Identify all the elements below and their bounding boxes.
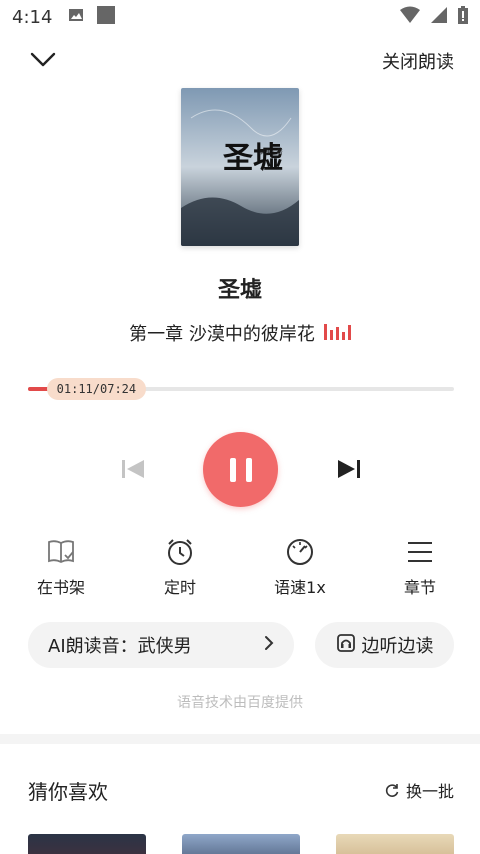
section-divider [0, 734, 480, 744]
playback-controls [0, 430, 480, 508]
chevron-right-icon [264, 635, 274, 656]
recommend-book-cover[interactable] [182, 834, 300, 854]
chapter-title: 第一章 沙漠中的彼岸花 [129, 324, 315, 345]
recommend-title: 猜你喜欢 [28, 780, 108, 804]
chapter-row: 第一章 沙漠中的彼岸花 [0, 320, 480, 346]
timer-button[interactable]: 定时 [135, 536, 225, 598]
tts-credit: 语音技术由百度提供 [177, 695, 303, 711]
wifi-icon [400, 6, 420, 28]
chevron-down-icon [30, 52, 56, 67]
tool-label: 在书架 [36, 578, 85, 597]
speedometer-icon [284, 536, 316, 568]
refresh-icon [385, 784, 399, 797]
cover-title-text: 圣墟 [223, 141, 283, 176]
battery-icon [458, 6, 468, 28]
book-cover: 圣墟 辰东 · 著 [181, 88, 299, 246]
pause-icon [229, 457, 236, 482]
cover-author-text: 辰东 · 著 [259, 148, 283, 156]
voice-selector[interactable]: AI朗读音：武侠男 [28, 622, 294, 668]
progress-thumb[interactable]: 01:11/07:24 [46, 378, 147, 400]
speed-button[interactable]: 语速1x [255, 536, 345, 598]
refresh-batch-button[interactable]: 换一批 [384, 778, 454, 802]
status-time: 4:14 [12, 6, 53, 28]
square-notification-icon [96, 5, 116, 29]
alarm-clock-icon [164, 536, 196, 568]
tool-row: 在书架 定时 语速1x 章节 [0, 536, 480, 600]
next-chapter-button[interactable] [332, 454, 364, 484]
bookshelf-button[interactable]: 在书架 [16, 536, 106, 598]
equalizer-icon [323, 322, 351, 345]
playback-progress-slider[interactable]: 01:11/07:24 [28, 378, 454, 400]
tool-label: 章节 [403, 578, 436, 597]
headphone-book-icon [336, 633, 356, 658]
recommend-header: 猜你喜欢 换一批 [28, 774, 454, 806]
bookshelf-check-icon [45, 536, 77, 568]
skip-next-icon [338, 460, 360, 478]
previous-chapter-button[interactable] [118, 454, 150, 484]
image-notification-icon [68, 7, 84, 27]
listen-and-read-button[interactable]: 边听边读 [315, 622, 454, 668]
top-bar: 关闭朗读 [0, 40, 480, 80]
book-title: 圣墟 [217, 278, 262, 303]
skip-previous-icon [122, 460, 144, 478]
menu-lines-icon [404, 536, 436, 568]
listen-and-read-label: 边听边读 [361, 636, 434, 657]
pause-button[interactable] [203, 432, 278, 507]
refresh-batch-label: 换一批 [405, 782, 454, 801]
collapse-button[interactable] [28, 46, 58, 74]
recommend-books [28, 832, 454, 854]
recommend-book-cover[interactable] [336, 834, 454, 854]
recommend-book-cover[interactable] [28, 834, 146, 854]
status-bar: 4:14 [0, 0, 480, 34]
voice-label: AI朗读音：武侠男 [48, 636, 192, 657]
close-reading-button[interactable]: 关闭朗读 [382, 48, 454, 74]
tool-label: 语速1x [274, 578, 326, 597]
tool-label: 定时 [163, 578, 196, 597]
signal-icon [430, 6, 448, 28]
chapters-button[interactable]: 章节 [375, 536, 465, 598]
